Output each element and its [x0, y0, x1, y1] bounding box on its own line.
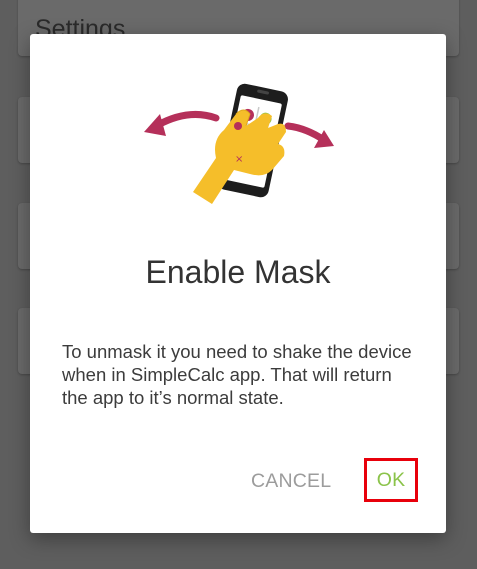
shake-phone-icon: ×: [144, 83, 334, 204]
ok-button[interactable]: OK: [364, 458, 418, 502]
svg-text:×: ×: [235, 154, 243, 165]
ok-button-label: OK: [376, 469, 406, 491]
enable-mask-dialog: × Enable Mask To unmask it you need to s…: [30, 34, 446, 533]
dialog-message: To unmask it you need to shake the devic…: [62, 341, 412, 408]
dialog-title: Enable Mask: [145, 254, 331, 290]
cancel-button[interactable]: CANCEL: [251, 469, 331, 493]
